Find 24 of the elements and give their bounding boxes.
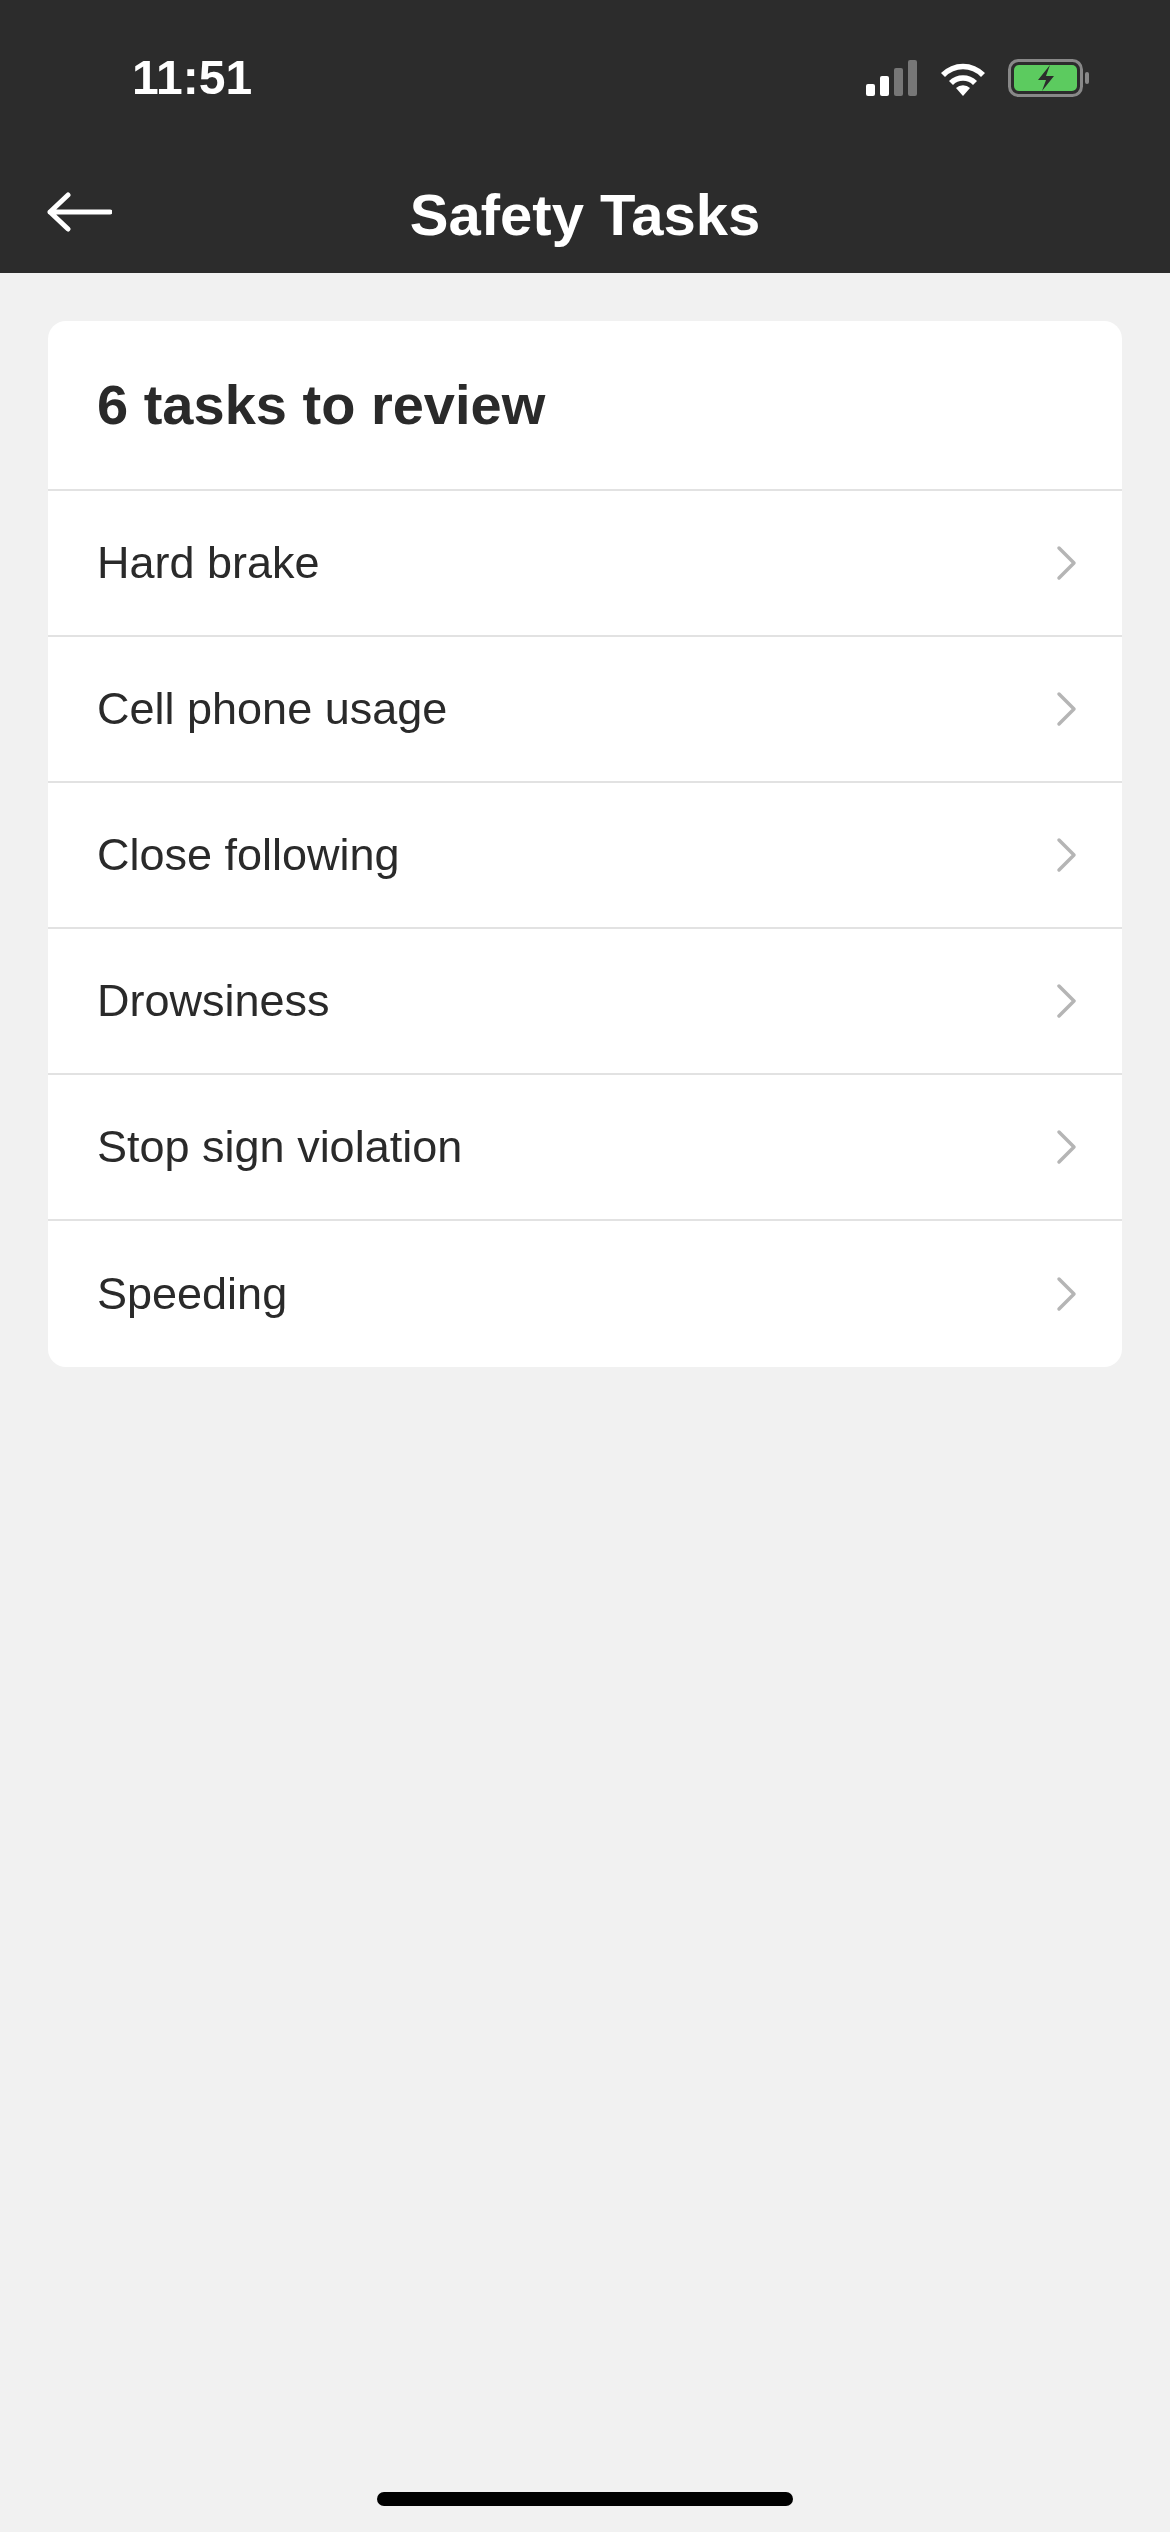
back-arrow-icon bbox=[46, 192, 112, 232]
task-row[interactable]: Stop sign violation bbox=[48, 1075, 1122, 1221]
chevron-right-icon bbox=[1056, 1129, 1078, 1165]
chevron-right-icon bbox=[1056, 691, 1078, 727]
chevron-right-icon bbox=[1056, 545, 1078, 581]
task-label: Cell phone usage bbox=[97, 682, 448, 737]
chevron-right-icon bbox=[1056, 837, 1078, 873]
screen-title: Safety Tasks bbox=[409, 181, 761, 249]
task-label: Hard brake bbox=[97, 536, 320, 591]
battery-charging-icon bbox=[1008, 59, 1090, 97]
task-row[interactable]: Hard brake bbox=[48, 491, 1122, 637]
task-row[interactable]: Drowsiness bbox=[48, 929, 1122, 1075]
task-label: Drowsiness bbox=[97, 974, 330, 1029]
status-time: 11:51 bbox=[132, 50, 253, 106]
card-heading: 6 tasks to review bbox=[97, 372, 546, 438]
task-label: Speeding bbox=[97, 1267, 288, 1322]
task-label: Stop sign violation bbox=[97, 1120, 463, 1175]
task-row[interactable]: Cell phone usage bbox=[48, 637, 1122, 783]
task-row[interactable]: Close following bbox=[48, 783, 1122, 929]
chevron-right-icon bbox=[1056, 1276, 1078, 1312]
task-row[interactable]: Speeding bbox=[48, 1221, 1122, 1367]
task-label: Close following bbox=[97, 828, 400, 883]
chevron-right-icon bbox=[1056, 983, 1078, 1019]
signal-icon bbox=[866, 60, 918, 96]
